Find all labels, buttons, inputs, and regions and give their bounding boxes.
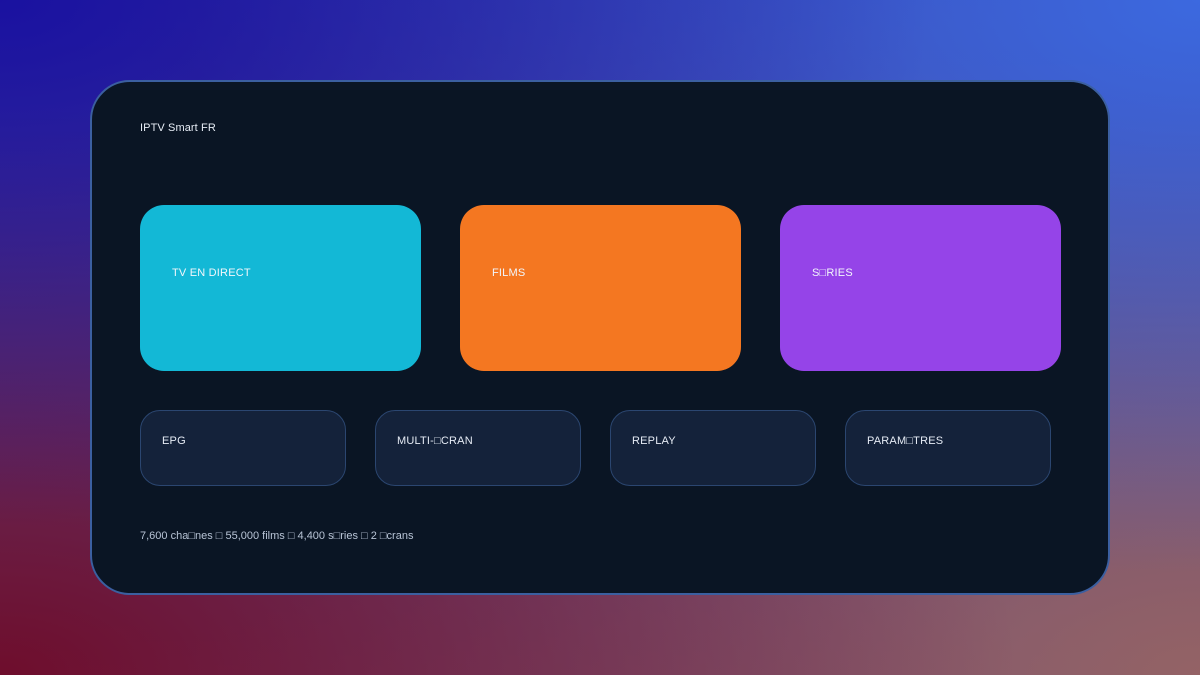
tile-settings[interactable]: PARAM□TRES bbox=[845, 410, 1051, 486]
app-title: IPTV Smart FR bbox=[140, 122, 216, 134]
catalog-stats: 7,600 cha□nes □ 55,000 films □ 4,400 s□r… bbox=[140, 530, 414, 542]
tile-epg[interactable]: EPG bbox=[140, 410, 346, 486]
tile-live-tv[interactable]: TV EN DIRECT bbox=[140, 205, 421, 371]
tile-replay-label: REPLAY bbox=[632, 435, 676, 447]
tile-multi-screen-label: MULTI-□CRAN bbox=[397, 435, 473, 447]
tile-films-label: FILMS bbox=[492, 267, 526, 279]
tile-series[interactable]: S□RIES bbox=[780, 205, 1061, 371]
tile-films[interactable]: FILMS bbox=[460, 205, 741, 371]
tile-multi-screen[interactable]: MULTI-□CRAN bbox=[375, 410, 581, 486]
tile-replay[interactable]: REPLAY bbox=[610, 410, 816, 486]
tile-series-label: S□RIES bbox=[812, 267, 853, 279]
tile-epg-label: EPG bbox=[162, 435, 186, 447]
main-panel: IPTV Smart FR TV EN DIRECT FILMS S□RIES … bbox=[90, 80, 1110, 595]
tile-settings-label: PARAM□TRES bbox=[867, 435, 944, 447]
tile-live-tv-label: TV EN DIRECT bbox=[172, 267, 251, 279]
